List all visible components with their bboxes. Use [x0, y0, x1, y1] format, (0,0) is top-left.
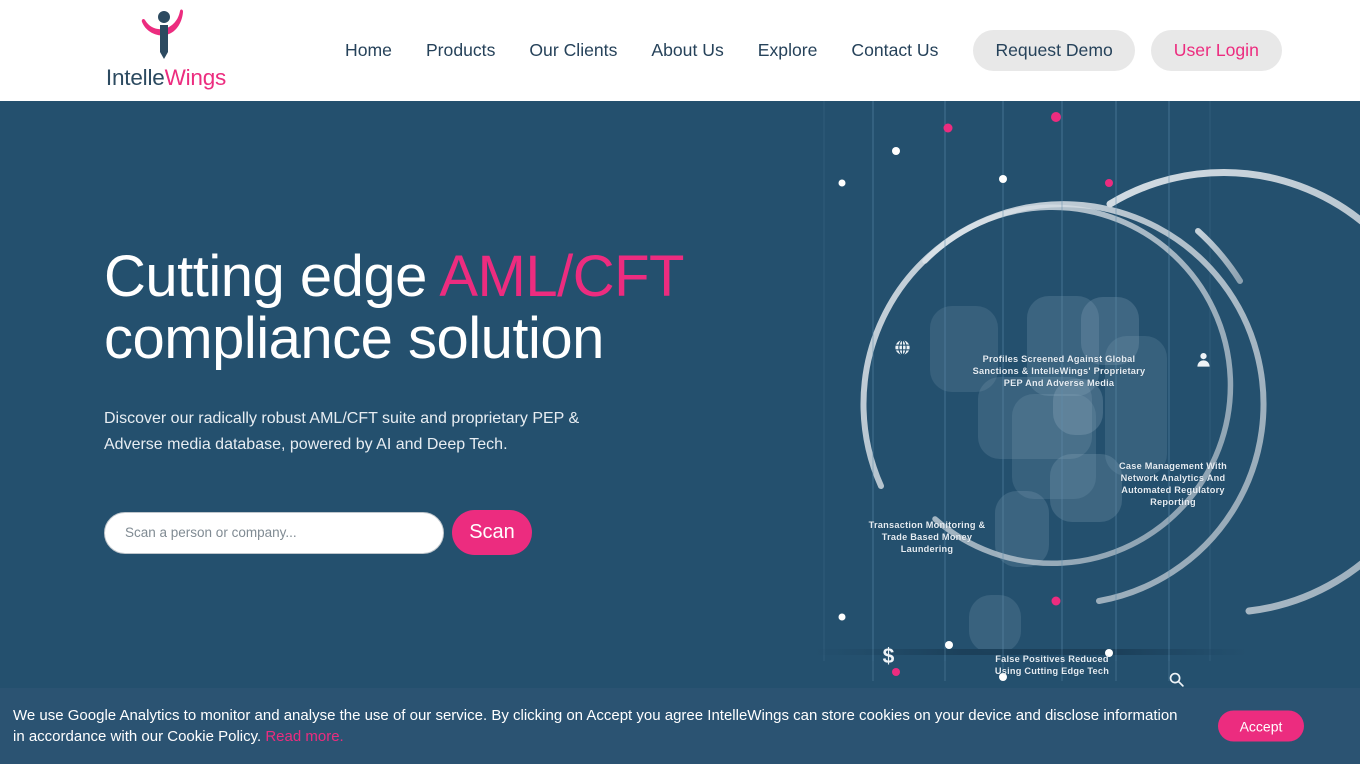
logo-word-intelle: Intelle [105, 65, 165, 90]
cookie-read-more-link[interactable]: Read more. [265, 728, 343, 745]
headline-line2: compliance solution [104, 306, 604, 372]
logo-word-wings: Wings [164, 65, 227, 90]
nav-item-contact-us[interactable]: Contact Us [834, 41, 955, 60]
nav-item-products[interactable]: Products [409, 41, 512, 60]
graphic-label-transaction-monitoring: Transaction Monitoring & Trade Based Mon… [868, 520, 986, 555]
nav-item-explore[interactable]: Explore [741, 41, 835, 60]
globe-icon [893, 338, 912, 357]
site-header: IntelleWings Home Products Our Clients A… [0, 0, 1360, 101]
cookie-consent-bar: We use Google Analytics to monitor and a… [0, 688, 1360, 764]
nav-item-home[interactable]: Home [345, 41, 409, 60]
hero-section: Cutting edge AML/CFT compliance solution… [0, 101, 1360, 764]
dollar-icon: $ [882, 644, 895, 668]
scan-search-row: Scan [104, 510, 532, 555]
graphic-label-case-management: Case Management With Network Analytics A… [1118, 461, 1228, 508]
main-nav: Home Products Our Clients About Us Explo… [345, 0, 1282, 101]
magnifier-icon [1168, 671, 1185, 688]
user-login-button[interactable]: User Login [1150, 30, 1282, 71]
request-demo-button[interactable]: Request Demo [973, 30, 1135, 71]
intellewings-figure-logo-icon [141, 9, 184, 59]
logo[interactable]: IntelleWings [105, 6, 227, 92]
nav-item-our-clients[interactable]: Our Clients [512, 41, 634, 60]
headline-accent: AML/CFT [439, 244, 684, 309]
page-title: Cutting edge AML/CFT compliance solution [104, 244, 724, 372]
graphic-label-profiles-screened: Profiles Screened Against Global Sanctio… [972, 354, 1146, 389]
nav-item-about-us[interactable]: About Us [634, 41, 740, 60]
graphic-label-false-positives: False Positives Reduced Using Cutting Ed… [994, 654, 1110, 677]
hero-copy: Cutting edge AML/CFT compliance solution… [104, 244, 724, 458]
cookie-message-text: We use Google Analytics to monitor and a… [13, 706, 1178, 745]
search-input[interactable] [104, 511, 444, 554]
cookie-accept-button[interactable]: Accept [1218, 710, 1304, 742]
headline-line1-plain: Cutting edge [104, 244, 440, 309]
scan-button[interactable]: Scan [452, 510, 532, 555]
hero-subtitle: Discover our radically robust AML/CFT su… [104, 410, 580, 453]
cookie-message: We use Google Analytics to monitor and a… [13, 705, 1183, 748]
person-icon [1195, 351, 1212, 368]
logo-wordmark: IntelleWings [105, 65, 227, 90]
